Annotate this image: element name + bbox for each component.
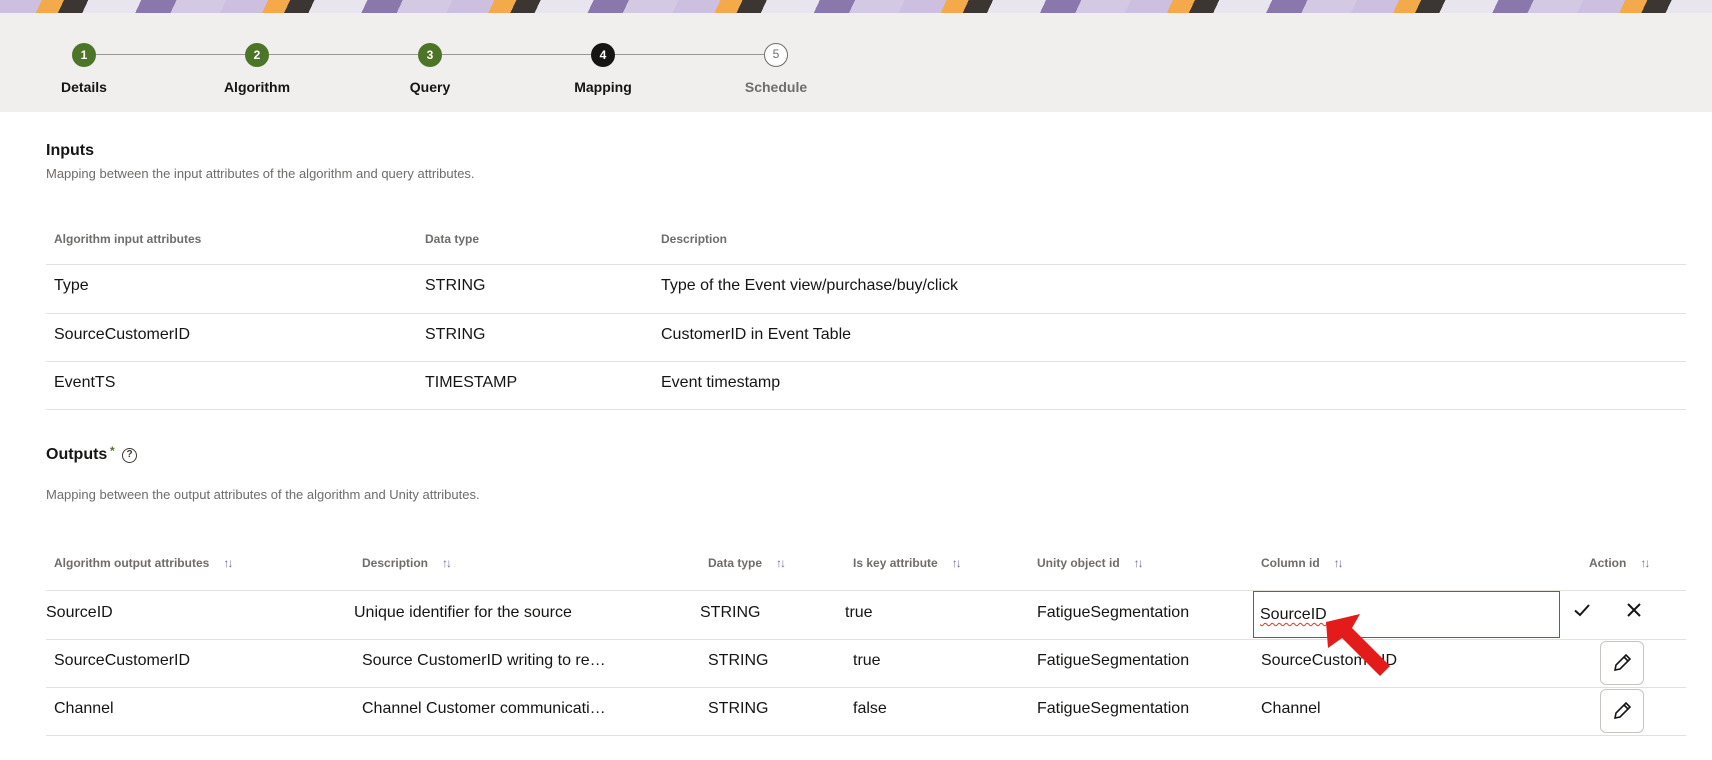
row-divider — [46, 639, 1686, 640]
sort-icon[interactable]: ↑↓ — [1134, 556, 1144, 570]
table-cell: STRING — [708, 652, 769, 669]
step-number: 1 — [72, 43, 96, 67]
table-cell: Source CustomerID writing to re… — [362, 652, 606, 669]
inputs-header-datatype: Data type — [425, 232, 480, 246]
edit-row-button[interactable] — [1600, 689, 1644, 733]
inputs-title: Inputs — [46, 142, 94, 159]
step-label: Details — [61, 79, 107, 95]
pencil-icon — [1613, 701, 1632, 720]
edit-row-description: Unique identifier for the source — [354, 604, 572, 621]
edit-row-button[interactable] — [1600, 641, 1644, 685]
table-cell: SourceCustomerID — [1261, 652, 1398, 669]
step-number: 4 — [591, 43, 615, 67]
step-label: Mapping — [574, 79, 632, 95]
column-id-input[interactable]: SourceID — [1253, 591, 1560, 638]
edit-row-unity-object: FatigueSegmentation — [1037, 604, 1190, 621]
outputs-header-action[interactable]: Action ↑↓ — [1589, 556, 1650, 570]
row-divider — [46, 687, 1686, 688]
table-cell: false — [853, 700, 887, 717]
pencil-icon — [1613, 653, 1632, 672]
check-icon — [1574, 604, 1590, 617]
step-label: Algorithm — [223, 79, 291, 95]
outputs-description: Mapping between the output attributes of… — [46, 487, 480, 502]
table-cell: SourceCustomerID — [54, 326, 191, 343]
inputs-description: Mapping between the input attributes of … — [46, 166, 475, 181]
column-id-value: SourceID — [1260, 606, 1327, 623]
table-cell: Type — [54, 277, 89, 294]
close-icon — [1627, 603, 1641, 617]
row-divider — [46, 361, 1686, 362]
table-cell: TIMESTAMP — [425, 374, 518, 391]
outputs-header-description[interactable]: Description ↑↓ — [362, 556, 452, 570]
edit-row-attribute: SourceID — [46, 604, 113, 621]
step-train: 1 Details 2 Algorithm 3 Query 4 Mapping … — [0, 13, 1712, 112]
table-cell: STRING — [708, 700, 769, 717]
sort-icon[interactable]: ↑↓ — [776, 556, 786, 570]
sort-icon[interactable]: ↑↓ — [1640, 556, 1650, 570]
sort-icon[interactable]: ↑↓ — [1334, 556, 1344, 570]
table-cell: Channel — [1261, 700, 1321, 717]
edit-row-iskey: true — [845, 604, 873, 621]
outputs-header-iskey[interactable]: Is key attribute ↑↓ — [853, 556, 962, 570]
train-connector — [442, 54, 591, 55]
train-connector — [269, 54, 418, 55]
table-cell: Type of the Event view/purchase/buy/clic… — [661, 277, 959, 294]
inputs-header-attribute: Algorithm input attributes — [54, 232, 202, 246]
table-cell: EventTS — [54, 374, 116, 391]
train-connector — [96, 54, 245, 55]
outputs-header-datatype[interactable]: Data type ↑↓ — [708, 556, 786, 570]
row-divider — [46, 409, 1686, 410]
table-cell: SourceCustomerID — [54, 652, 191, 669]
row-divider — [46, 313, 1686, 314]
table-cell: STRING — [425, 277, 486, 294]
cancel-row-button[interactable] — [1620, 600, 1648, 628]
help-icon[interactable]: ? — [122, 448, 137, 463]
step-number: 5 — [764, 43, 788, 67]
save-row-button[interactable] — [1568, 600, 1596, 628]
step-number: 3 — [418, 43, 442, 67]
required-indicator: * — [110, 444, 115, 458]
outputs-title: Outputs — [46, 446, 108, 463]
decorative-banner — [0, 0, 1712, 13]
inputs-header-description: Description — [661, 232, 728, 246]
row-divider — [46, 735, 1686, 736]
outputs-header-attribute[interactable]: Algorithm output attributes ↑↓ — [54, 556, 233, 570]
train-connector — [615, 54, 764, 55]
outputs-header-column[interactable]: Column id ↑↓ — [1261, 556, 1344, 570]
table-cell: Event timestamp — [661, 374, 781, 391]
table-cell: CustomerID in Event Table — [661, 326, 852, 343]
step-label: Schedule — [744, 79, 808, 95]
step-number: 2 — [245, 43, 269, 67]
table-cell: STRING — [425, 326, 486, 343]
table-cell: FatigueSegmentation — [1037, 652, 1190, 669]
table-cell: Channel Customer communicati… — [362, 700, 606, 717]
edit-row-datatype: STRING — [700, 604, 761, 621]
table-cell: FatigueSegmentation — [1037, 700, 1190, 717]
outputs-header-unity-object[interactable]: Unity object id ↑↓ — [1037, 556, 1144, 570]
sort-icon[interactable]: ↑↓ — [223, 556, 233, 570]
sort-icon[interactable]: ↑↓ — [952, 556, 962, 570]
table-cell: true — [853, 652, 881, 669]
sort-icon[interactable]: ↑↓ — [442, 556, 452, 570]
table-cell: Channel — [54, 700, 114, 717]
step-label: Query — [409, 79, 451, 95]
row-divider — [46, 264, 1686, 265]
